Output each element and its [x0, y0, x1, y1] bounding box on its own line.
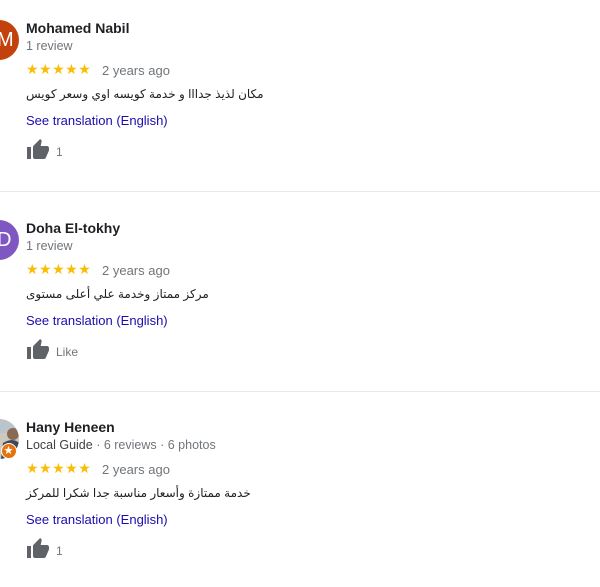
avatar[interactable]: M — [0, 20, 19, 60]
thumbs-up-icon — [27, 339, 49, 359]
like-label: Like — [56, 345, 79, 359]
like-count: 1 — [56, 544, 63, 558]
star-rating: ★★★★★ — [26, 261, 92, 277]
reviewer-stats: Local Guide · 6 reviews · 6 photos — [26, 438, 216, 452]
like-count: 1 — [56, 145, 63, 159]
reviewer-stats: 1 review — [26, 39, 73, 53]
reviewer-name[interactable]: Mohamed Nabil — [26, 20, 129, 36]
review-card: M Mohamed Nabil 1 review ★★★★★ 2 years a… — [0, 20, 600, 200]
see-translation-link[interactable]: See translation (English) — [26, 113, 168, 128]
review-count: 1 review — [26, 39, 73, 53]
reviewer-name[interactable]: Doha El-tokhy — [26, 220, 120, 236]
local-guide-label: Local Guide — [26, 438, 93, 452]
divider — [0, 391, 600, 392]
see-translation-link[interactable]: See translation (English) — [26, 313, 168, 328]
review-date: 2 years ago — [102, 63, 170, 78]
review-text: خدمة ممتازة وأسعار مناسبة جدا شكرا للمرك… — [26, 486, 251, 500]
reviews-list: M Mohamed Nabil 1 review ★★★★★ 2 years a… — [0, 0, 600, 587]
review-text: مكان لذيذ جدااا و خدمة كويسه اوي وسعر كو… — [26, 87, 264, 101]
divider — [0, 191, 600, 192]
avatar-initial: D — [0, 229, 12, 251]
see-translation-link[interactable]: See translation (English) — [26, 512, 168, 527]
star-rating: ★★★★★ — [26, 61, 92, 77]
star-rating: ★★★★★ — [26, 460, 92, 476]
review-card: Hany Heneen Local Guide · 6 reviews · 6 … — [0, 419, 600, 587]
thumbs-up-icon — [27, 139, 49, 159]
review-card: D Doha El-tokhy 1 review ★★★★★ 2 years a… — [0, 220, 600, 400]
review-count: · 6 reviews · 6 photos — [96, 438, 216, 452]
review-date: 2 years ago — [102, 462, 170, 477]
review-count: 1 review — [26, 239, 73, 253]
reviewer-stats: 1 review — [26, 239, 73, 253]
thumbs-up-icon — [27, 538, 49, 558]
reviewer-name[interactable]: Hany Heneen — [26, 419, 115, 435]
avatar[interactable]: D — [0, 220, 19, 260]
avatar-initial: M — [0, 29, 14, 51]
review-text: مركز ممتاز وخدمة علي أعلى مستوى — [26, 287, 209, 301]
local-guide-badge-icon — [1, 443, 17, 459]
review-date: 2 years ago — [102, 263, 170, 278]
